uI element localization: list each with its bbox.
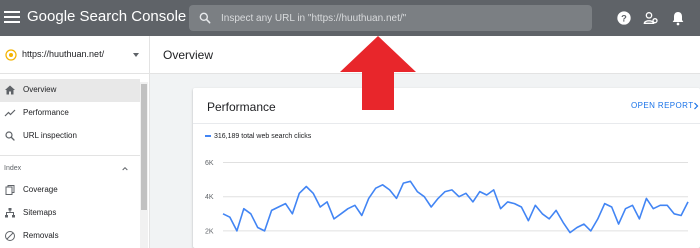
sidebar-item-label: URL inspection	[23, 131, 77, 140]
sidebar-item-label: Coverage	[23, 185, 58, 194]
sidebar-scrollbar[interactable]	[140, 82, 148, 248]
svg-text:?: ?	[621, 13, 627, 23]
page-header: Overview	[150, 36, 700, 74]
chart-grid	[223, 162, 688, 232]
sidebar-item-label: Removals	[23, 231, 59, 240]
top-app-bar: Google Search Console ?	[0, 0, 700, 36]
sidebar-item-label: Overview	[23, 85, 57, 94]
search-icon	[5, 131, 15, 141]
sidebar: https://huuthuan.net/ Overview Performan…	[0, 36, 150, 248]
caret-down-icon[interactable]	[133, 53, 139, 57]
scrollbar-thumb[interactable]	[141, 84, 147, 210]
chevron-right-icon	[694, 102, 699, 110]
sidebar-item-label: Sitemaps	[23, 208, 57, 217]
sidebar-item-url-inspection[interactable]: URL inspection	[0, 125, 140, 148]
chevron-up-icon[interactable]	[121, 165, 129, 173]
app-title[interactable]: Google Search Console	[27, 8, 186, 25]
manage-users-icon[interactable]	[643, 10, 659, 26]
removals-icon	[5, 231, 15, 241]
chart-y-ticks: 6K 4K 2K	[205, 160, 214, 235]
search-input[interactable]	[221, 10, 581, 26]
menu-icon[interactable]	[4, 9, 20, 25]
main-content: Overview Performance OPEN REPORT 316,189…	[150, 36, 700, 248]
sidebar-item-performance[interactable]: Performance	[0, 102, 140, 125]
help-icon[interactable]: ?	[616, 10, 632, 26]
section-label-index: Index	[4, 165, 22, 172]
card-divider	[193, 123, 700, 124]
property-label: https://huuthuan.net/	[22, 49, 105, 59]
sidebar-item-label: Performance	[23, 108, 69, 117]
sidebar-item-removals[interactable]: Removals	[0, 225, 140, 248]
sidebar-item-sitemaps[interactable]: Sitemaps	[0, 202, 140, 225]
sidebar-item-coverage[interactable]: Coverage	[0, 179, 140, 202]
home-icon	[5, 85, 15, 95]
coverage-icon	[5, 185, 15, 195]
notifications-icon[interactable]	[670, 10, 686, 26]
annotation-arrow	[340, 36, 416, 110]
sitemaps-icon	[5, 208, 15, 218]
chart-series-line	[222, 180, 689, 234]
performance-chart: 6K 4K 2K	[205, 160, 689, 235]
page-title: Overview	[163, 48, 214, 62]
legend-swatch	[205, 135, 211, 138]
url-inspection-search[interactable]	[189, 5, 592, 31]
legend-label: 316,189 total web search clicks	[214, 133, 312, 140]
open-report-link[interactable]: OPEN REPORT	[631, 101, 699, 110]
trending-up-icon	[4, 109, 16, 117]
y-tick-label: 6K	[205, 160, 214, 167]
y-tick-label: 2K	[205, 228, 214, 235]
search-icon	[199, 12, 211, 24]
y-tick-label: 4K	[205, 194, 214, 201]
chart-legend: 316,189 total web search clicks	[205, 133, 311, 140]
property-selector[interactable]: https://huuthuan.net/	[0, 36, 150, 74]
performance-card: Performance OPEN REPORT 316,189 total we…	[193, 88, 700, 248]
sidebar-divider	[0, 155, 140, 156]
sidebar-item-overview[interactable]: Overview	[0, 79, 140, 102]
card-title: Performance	[207, 100, 276, 114]
property-icon	[5, 49, 17, 61]
open-report-label: OPEN REPORT	[631, 101, 694, 110]
